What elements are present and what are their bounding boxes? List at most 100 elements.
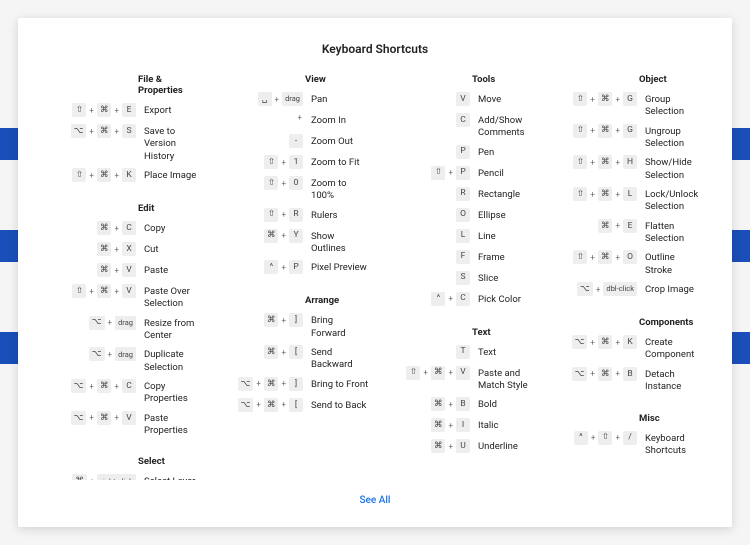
shortcut-row: ⌘+CCopy [46, 221, 203, 237]
section-text: TextTText⇧+⌘+VPaste and Match Style⌘+BBo… [380, 327, 537, 461]
key-separator: + [589, 369, 596, 378]
key-l: L [456, 229, 470, 243]
shortcut-keys: ^+C [380, 292, 470, 306]
shortcut-row: ⌥+⌘+[Send to Back [213, 398, 370, 414]
shortcut-row: ⇧+⌘+KPlace Image [46, 168, 203, 184]
shortcut-row: PPen [380, 145, 537, 161]
key--: ⇧ [72, 168, 86, 182]
key--: ⌘ [431, 418, 446, 432]
section-select: Select⌘+right-clickSelect Layer Menu⌘+cl… [46, 456, 203, 480]
key-v: V [456, 366, 470, 380]
shortcut-row: ^+⇧+/Keyboard Shortcuts [547, 431, 704, 458]
shortcut-row: ⌘+[Send Backward [213, 345, 370, 372]
key-y: Y [289, 229, 303, 243]
key-separator: + [280, 316, 287, 325]
shortcut-keys: + [213, 113, 303, 122]
shortcut-row: ⇧+⌘+EExport [46, 103, 203, 119]
shortcut-label: Show/Hide Selection [637, 155, 704, 182]
shortcut-keys: ⌘+X [46, 242, 136, 256]
key-v: V [122, 263, 136, 277]
key--: [ [289, 398, 303, 412]
key-v: V [456, 92, 470, 106]
shortcut-label: Group Selection [637, 92, 704, 119]
column-3: Object⇧+⌘+GGroup Selection⇧+⌘+GUngroup S… [547, 74, 704, 480]
key-separator: + [614, 369, 621, 378]
shortcut-keys: ^+P [213, 260, 303, 274]
key--: ⌘ [598, 219, 613, 233]
shortcut-keys: ^+⇧+/ [547, 431, 637, 445]
key--: ⇧ [573, 92, 587, 106]
shortcut-keys: F [380, 250, 470, 264]
shortcut-row: ⌥+⌘+]Bring to Front [213, 377, 370, 393]
key--: ⌘ [598, 187, 613, 201]
shortcut-label: Paste and Match Style [470, 366, 537, 393]
shortcut-label: Zoom to 100% [303, 176, 370, 203]
shortcut-keys: ⇧+0 [213, 176, 303, 190]
key--: ⌘ [264, 313, 279, 327]
key--: ⇧ [598, 431, 612, 445]
shortcut-keys: O [380, 208, 470, 222]
key-r: R [456, 187, 470, 201]
key--: ⌘ [264, 345, 279, 359]
section-title: Select [46, 456, 203, 467]
key-separator: + [447, 442, 454, 451]
key--: ⇧ [431, 166, 445, 180]
key-s: S [456, 271, 470, 285]
see-all-link[interactable]: See All [360, 495, 391, 506]
key--: ⌥ [89, 347, 105, 361]
shortcut-row: ␣+dragPan [213, 92, 370, 108]
shortcut-label: Bring to Front [303, 377, 370, 391]
shortcut-keys: ⇧+⌘+G [547, 124, 637, 138]
key-separator: + [447, 168, 454, 177]
shortcut-keys: ␣+drag [213, 92, 303, 106]
key-b: B [456, 397, 470, 411]
shortcut-row: ⇧+⌘+HShow/Hide Selection [547, 155, 704, 182]
shortcut-row: ⇧+⌘+GGroup Selection [547, 92, 704, 119]
shortcut-label: Paste Properties [136, 411, 203, 438]
key-separator: + [280, 400, 287, 409]
key-g: G [623, 92, 637, 106]
shortcut-keys: C [380, 113, 470, 127]
section-title: Arrange [213, 295, 370, 306]
key-separator: + [614, 433, 621, 442]
shortcut-keys: - [213, 134, 303, 148]
key--: ␣ [258, 92, 272, 106]
key-separator: + [113, 106, 120, 115]
shortcut-keys: ⌥+drag [46, 347, 136, 361]
shortcut-row: ⌘+YShow Outlines [213, 229, 370, 256]
shortcut-label: Bold [470, 397, 537, 411]
shortcuts-columns: File & Properties⇧+⌘+EExport⌥+⌘+SSave to… [46, 74, 704, 480]
key-separator: + [88, 171, 95, 180]
key-separator: + [589, 253, 596, 262]
shortcut-row: ^+PPixel Preview [213, 260, 370, 276]
key--: ⌥ [238, 377, 254, 391]
key--: ⌘ [598, 124, 613, 138]
shortcut-row: ⇧+⌘+VPaste Over Selection [46, 284, 203, 311]
key-separator: + [447, 400, 454, 409]
key--: ⌘ [97, 124, 112, 138]
key-separator: + [589, 338, 596, 347]
shortcut-label: Outline Stroke [637, 250, 704, 277]
shortcut-label: Pick Color [470, 292, 537, 306]
shortcut-label: Text [470, 345, 537, 359]
shortcut-label: Pen [470, 145, 537, 159]
key--: ⌥ [71, 411, 87, 425]
shortcut-keys: ⌘+V [46, 263, 136, 277]
key--: ⌘ [97, 221, 112, 235]
key-drag: drag [115, 316, 136, 330]
section-view: View␣+dragPan+Zoom In-Zoom Out⇧+1Zoom to… [213, 74, 370, 281]
key--: ⌥ [577, 282, 593, 296]
key--: ⌘ [598, 92, 613, 106]
key-separator: + [447, 368, 454, 377]
shortcut-label: Duplicate Selection [136, 347, 203, 374]
shortcut-row: ⇧+0Zoom to 100% [213, 176, 370, 203]
shortcut-label: Line [470, 229, 537, 243]
key-separator: + [113, 224, 120, 233]
shortcut-label: Ungroup Selection [637, 124, 704, 151]
key--: ⇧ [573, 124, 587, 138]
shortcut-label: Lock/Unlock Selection [637, 187, 704, 214]
shortcut-label: Bring Forward [303, 313, 370, 340]
key-drag: drag [115, 347, 136, 361]
key--: ⌘ [72, 474, 87, 480]
shortcut-row: CAdd/Show Comments [380, 113, 537, 140]
